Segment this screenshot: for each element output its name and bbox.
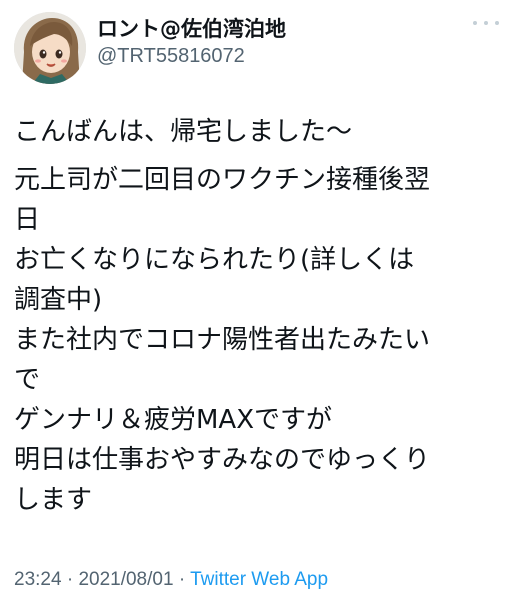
more-options-icon[interactable] [473, 16, 499, 30]
meta-separator: · [66, 569, 74, 590]
tweet-metadata: 23:24 · 2021/08/01 · Twitter Web App [14, 568, 328, 592]
meta-separator: · [178, 569, 186, 590]
avatar[interactable] [14, 12, 86, 84]
more-dot [484, 21, 488, 25]
author-names: ロント@佐伯湾泊地 @TRT55816072 [97, 16, 457, 68]
more-dot [473, 21, 477, 25]
tweet-text: こんばんは、帰宅しました〜 元上司が二回目のワクチン接種後翌 日 お亡くなりにな… [14, 112, 504, 520]
author-display-name[interactable]: ロント@佐伯湾泊地 [97, 16, 457, 42]
tweet-time[interactable]: 23:24 [14, 569, 62, 590]
tweet-paragraph: 元上司が二回目のワクチン接種後翌 日 お亡くなりになられたり(詳しくは 調査中)… [14, 165, 431, 515]
tweet-paragraph: こんばんは、帰宅しました〜 [14, 117, 353, 147]
author-handle[interactable]: @TRT55816072 [97, 44, 457, 68]
tweet-card: ロント@佐伯湾泊地 @TRT55816072 こんばんは、帰宅しました〜 元上司… [0, 0, 515, 608]
tweet-date[interactable]: 2021/08/01 [78, 569, 173, 590]
anime-character-avatar-icon [14, 12, 86, 84]
more-dot [495, 21, 499, 25]
tweet-source-link[interactable]: Twitter Web App [190, 569, 328, 590]
